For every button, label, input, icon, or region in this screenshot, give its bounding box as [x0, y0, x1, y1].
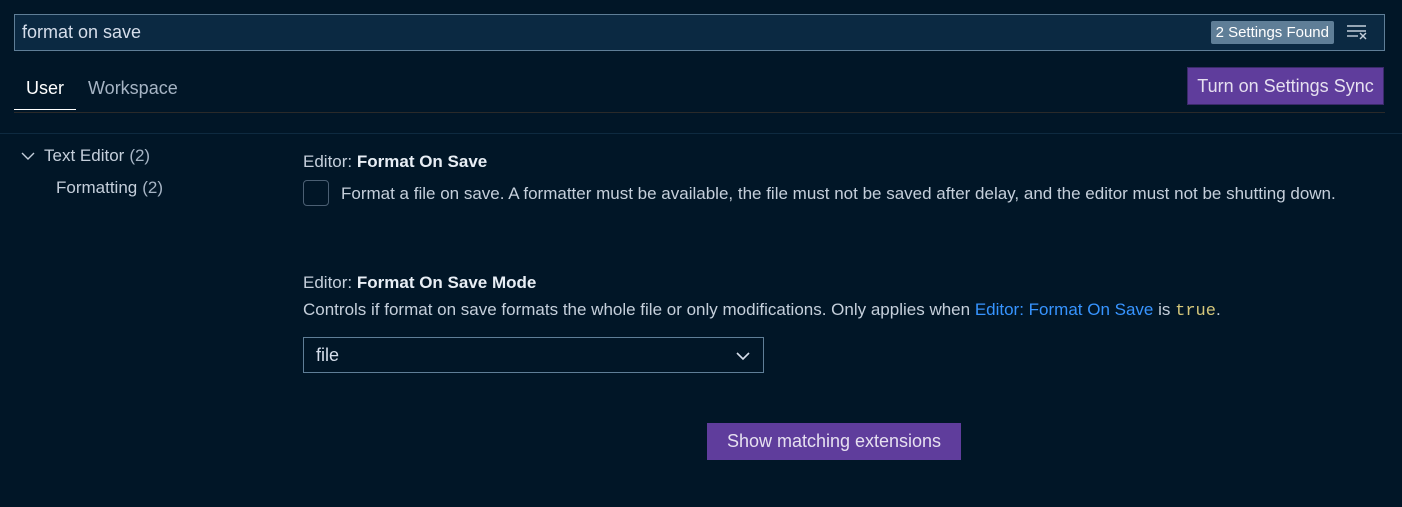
chevron-down-icon [20, 146, 36, 166]
clear-filter-icon[interactable] [1346, 23, 1368, 43]
select-value: file [316, 344, 340, 365]
settings-toc: Text Editor (2) Formatting (2) [20, 140, 163, 204]
tab-workspace[interactable]: Workspace [76, 72, 190, 110]
tab-user[interactable]: User [14, 72, 77, 110]
settings-list: Editor: Format On Save Format a file on … [303, 152, 1363, 373]
format-on-save-checkbox[interactable] [303, 180, 329, 206]
toc-count: (2) [142, 178, 164, 197]
show-matching-extensions-button[interactable]: Show matching extensions [707, 423, 961, 460]
chevron-down-icon [735, 345, 751, 366]
setting-title: Editor: Format On Save Mode [303, 273, 537, 292]
setting-format-on-save-mode: Editor: Format On Save Mode Controls if … [303, 273, 1363, 373]
setting-description: Controls if format on save formats the w… [303, 300, 1221, 321]
settings-search: 2 Settings Found [14, 14, 1385, 51]
toc-label: Text Editor [44, 146, 125, 165]
toc-item-text-editor[interactable]: Text Editor (2) [20, 140, 163, 172]
toc-label: Formatting [56, 178, 138, 197]
search-input[interactable] [22, 22, 1211, 43]
header-divider [0, 133, 1402, 134]
setting-description: Format a file on save. A formatter must … [341, 184, 1336, 203]
setting-title: Editor: Format On Save [303, 152, 488, 171]
tabs-divider [14, 112, 1385, 113]
results-count-badge: 2 Settings Found [1210, 21, 1334, 44]
toc-count: (2) [129, 146, 151, 165]
format-on-save-mode-select[interactable]: file [303, 337, 764, 373]
toc-item-formatting[interactable]: Formatting (2) [20, 172, 163, 204]
format-on-save-link[interactable]: Editor: Format On Save [975, 300, 1154, 319]
turn-on-settings-sync-button[interactable]: Turn on Settings Sync [1187, 67, 1384, 105]
settings-scope-tabs: User Workspace [14, 72, 190, 110]
setting-format-on-save: Editor: Format On Save Format a file on … [303, 152, 1363, 207]
